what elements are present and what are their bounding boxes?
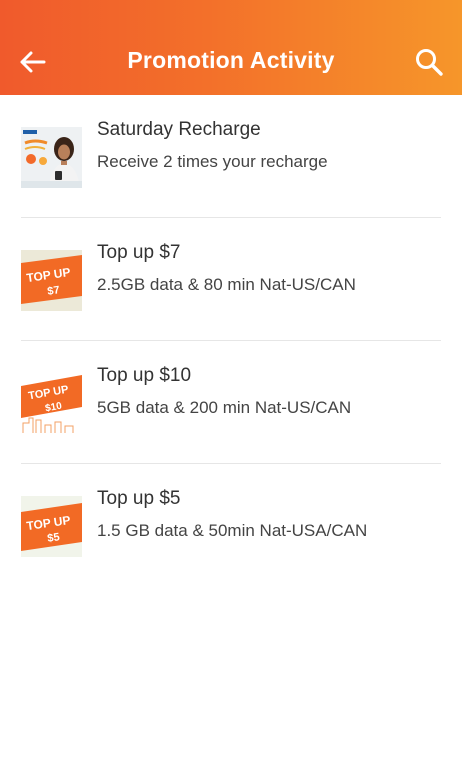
promotion-description: Receive 2 times your recharge bbox=[97, 152, 328, 171]
thumb-amount: $7 bbox=[47, 284, 61, 298]
search-icon bbox=[416, 49, 443, 76]
thumb-amount: $5 bbox=[47, 531, 61, 545]
promotion-description: 1.5 GB data & 50min Nat-USA/CAN bbox=[97, 521, 368, 540]
topup-7-thumbnail: TOP UP $7 bbox=[21, 250, 82, 311]
promotion-title: Saturday Recharge bbox=[97, 119, 261, 140]
promotion-title: Top up $5 bbox=[97, 488, 181, 509]
page-title: Promotion Activity bbox=[127, 47, 335, 73]
saturday-recharge-thumbnail bbox=[21, 127, 82, 188]
topup-5-thumbnail: TOP UP $5 bbox=[21, 496, 82, 557]
promotion-description: 5GB data & 200 min Nat-US/CAN bbox=[97, 398, 352, 417]
promotion-item-topup-10[interactable]: TOP UP $10 Top up $10 5GB data & 200 min… bbox=[0, 341, 462, 464]
promotion-item-topup-7[interactable]: TOP UP $7 Top up $7 2.5GB data & 80 min … bbox=[0, 218, 462, 341]
topup-10-thumbnail: TOP UP $10 bbox=[21, 373, 82, 434]
app-header: Promotion Activity bbox=[0, 0, 462, 95]
search-button[interactable] bbox=[410, 43, 448, 81]
promotion-list: Saturday Recharge Receive 2 times your r… bbox=[0, 95, 462, 587]
promotion-item-topup-5[interactable]: TOP UP $5 Top up $5 1.5 GB data & 50min … bbox=[0, 464, 462, 587]
promotion-item-saturday-recharge[interactable]: Saturday Recharge Receive 2 times your r… bbox=[0, 95, 462, 218]
promotion-title: Top up $7 bbox=[97, 242, 181, 263]
promotion-description: 2.5GB data & 80 min Nat-US/CAN bbox=[97, 275, 356, 294]
promotion-title: Top up $10 bbox=[97, 365, 192, 386]
